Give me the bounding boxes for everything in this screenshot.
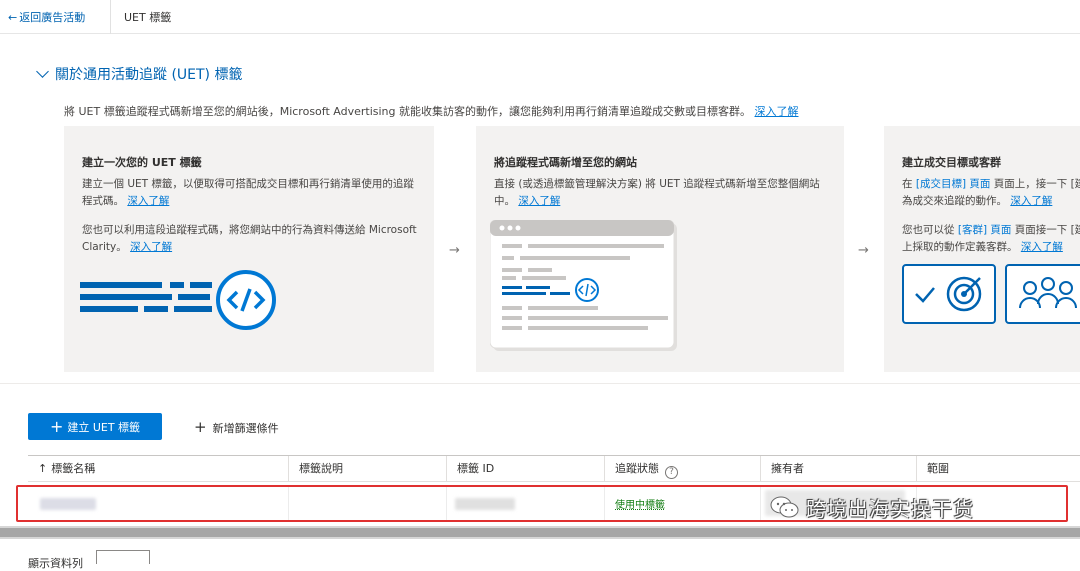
back-label: 返回廣告活動 [19, 11, 86, 24]
add-filter-button[interactable]: + 新增篩選條件 [194, 418, 279, 436]
cell-tag-id [446, 486, 604, 520]
learn-more-link[interactable]: 深入了解 [130, 241, 172, 253]
sort-up-icon: ↑ [38, 462, 48, 475]
column-header-tracking-status[interactable]: 追蹤狀態? [604, 456, 760, 482]
top-bar: ← 返回廣告活動 UET 標籤 [0, 0, 1080, 34]
table-header: ↑ 標籤名稱 標籤說明 標籤 ID 追蹤狀態? 擁有者 範圍 [28, 455, 1080, 482]
back-arrow-icon: ← [8, 11, 18, 24]
filter-label: 新增篩選條件 [212, 422, 279, 435]
card-title: 建立成交目標或客群 [902, 156, 1001, 169]
plus-icon: + [49, 416, 64, 436]
goal-illustration [902, 264, 1080, 324]
conversion-goals-link[interactable]: [成交目標] [916, 178, 966, 190]
page-link[interactable]: 頁面 [990, 224, 1011, 236]
learn-more-link[interactable]: 深入了解 [1010, 195, 1052, 207]
redacted-text [40, 498, 96, 510]
column-header-scope[interactable]: 範圍 [916, 456, 1080, 482]
column-header-tag-name[interactable]: ↑ 標籤名稱 [28, 456, 288, 482]
browser-code-icon [490, 220, 677, 351]
scrollbar-thumb[interactable] [0, 528, 1080, 537]
wechat-icon [770, 496, 799, 518]
column-label: 標籤名稱 [51, 462, 96, 475]
cell-description [288, 486, 446, 520]
plus-icon: + [194, 418, 207, 436]
intro-text: 將 UET 標籤追蹤程式碼新增至您的網站後，Microsoft Advertis… [64, 103, 799, 119]
audiences-link[interactable]: [客群] [958, 224, 987, 236]
status-badge[interactable]: 使用中標籤 [615, 496, 665, 511]
column-label: 範圍 [927, 462, 949, 475]
column-label: 標籤 ID [457, 462, 495, 475]
create-label: 建立 UET 標籤 [67, 420, 141, 434]
column-header-description[interactable]: 標籤說明 [288, 456, 446, 482]
card-text: 直接 (或透過標籤管理解決方案) 將 UET 追蹤程式碼新增至您整個網站中。 深… [494, 176, 834, 210]
card-body: 為成交來追蹤的動作。 [902, 195, 1007, 207]
create-uet-tag-button[interactable]: + 建立 UET 標籤 [28, 413, 162, 440]
card-title: 建立一次您的 UET 標籤 [82, 156, 202, 169]
code-icon [80, 270, 276, 330]
card-body: 上採取的動作定義客群。 [902, 241, 1018, 253]
watermark-text: 跨境出海实操干货 [806, 496, 974, 521]
back-to-campaigns-link[interactable]: ← 返回廣告活動 [8, 9, 85, 25]
cell-tracking-status: 使用中標籤 [604, 486, 760, 520]
intro-body: 將 UET 標籤追蹤程式碼新增至您的網站後，Microsoft Advertis… [64, 105, 751, 118]
column-label: 追蹤狀態 [615, 462, 659, 475]
card-body: 您也可以從 [902, 224, 955, 236]
intro-learn-more-link[interactable]: 深入了解 [755, 105, 799, 118]
card-text: 您也可以從 [客群] 頁面 頁面接一下 [建 上採取的動作定義客群。 深入了解 [902, 222, 1080, 256]
column-label: 標籤說明 [299, 462, 343, 475]
column-header-owner[interactable]: 擁有者 [760, 456, 916, 482]
learn-more-link[interactable]: 深入了解 [1021, 241, 1063, 253]
footer: 顯示資料列 [0, 544, 1080, 570]
column-header-tag-id[interactable]: 標籤 ID [446, 456, 604, 482]
section-heading: 關於通用活動追蹤 (UET) 標籤 [55, 67, 243, 83]
step-card-create-tag: 建立一次您的 UET 標籤 建立一個 UET 標籤，以便取得可搭配成交目標和再行… [64, 126, 434, 372]
card-text: 您也可以利用這段追蹤程式碼，將您網站中的行為資料傳送給 Microsoft Cl… [82, 222, 422, 256]
column-label: 擁有者 [771, 462, 804, 475]
page-title: UET 標籤 [124, 11, 172, 24]
horizontal-scrollbar[interactable] [0, 526, 1080, 539]
card-text: 建立一個 UET 標籤，以便取得可搭配成交目標和再行銷清單使用的追蹤程式碼。 深… [82, 176, 422, 210]
cell-tag-name[interactable] [28, 486, 288, 520]
card-body: 在 [902, 178, 913, 190]
redacted-text [455, 498, 515, 510]
arrow-right-icon: → [449, 243, 460, 258]
divider [0, 383, 1080, 384]
learn-more-link[interactable]: 深入了解 [518, 195, 560, 207]
page-link[interactable]: 頁面 [969, 178, 990, 190]
card-body: 頁面上，接一下 [建 [993, 178, 1080, 190]
learn-more-link[interactable]: 深入了解 [127, 195, 169, 207]
divider [110, 0, 111, 34]
watermark: 跨境出海实操干货 [770, 490, 1070, 524]
step-card-add-code: 將追蹤程式碼新增至您的網站 直接 (或透過標籤管理解決方案) 將 UET 追蹤程… [476, 126, 844, 372]
card-body: 頁面接一下 [建 [1014, 224, 1080, 236]
card-title: 將追蹤程式碼新增至您的網站 [494, 156, 637, 169]
about-uet-toggle[interactable]: 關於通用活動追蹤 (UET) 標籤 [34, 64, 242, 84]
card-text: 在 [成交目標] 頁面 頁面上，接一下 [建 為成交來追蹤的動作。 深入了解 [902, 176, 1080, 210]
help-icon[interactable]: ? [665, 466, 678, 479]
step-card-create-goal: 建立成交目標或客群 在 [成交目標] 頁面 頁面上，接一下 [建 為成交來追蹤的… [884, 126, 1080, 372]
rows-per-page-label: 顯示資料列 [28, 557, 83, 570]
chevron-down-icon [36, 65, 49, 78]
arrow-right-icon: → [858, 243, 869, 258]
